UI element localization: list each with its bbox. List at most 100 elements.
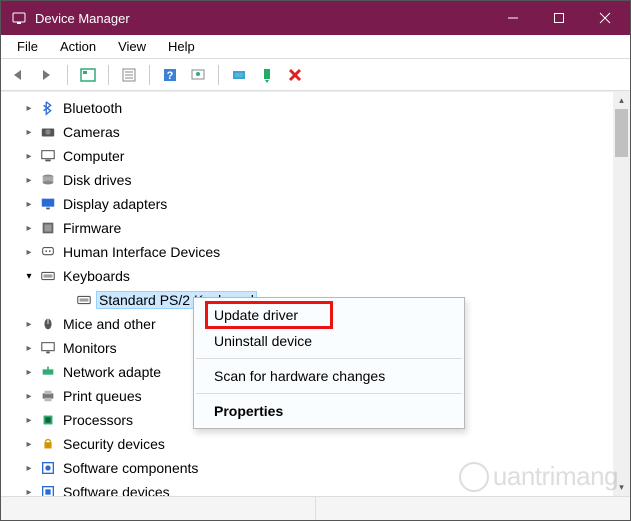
- node-label: Print queues: [63, 388, 142, 404]
- node-label: Keyboards: [63, 268, 130, 284]
- toolbar-separator: [149, 65, 150, 85]
- display-icon: [39, 195, 57, 213]
- tree-item[interactable]: ▸ Security devices: [1, 432, 630, 456]
- context-menu-item[interactable]: Properties: [194, 398, 464, 424]
- tree-item[interactable]: ▸ Bluetooth: [1, 96, 630, 120]
- chevron-right-icon[interactable]: ▸: [21, 460, 37, 476]
- tree-item[interactable]: ▸ Display adapters: [1, 192, 630, 216]
- tree-item[interactable]: ▸ Software components: [1, 456, 630, 480]
- enable-device-button[interactable]: [255, 63, 279, 87]
- toolbar: ?: [1, 59, 630, 91]
- node-label: Software devices: [63, 484, 170, 496]
- node-label: Firmware: [63, 220, 121, 236]
- uninstall-button[interactable]: [283, 63, 307, 87]
- node-label: Processors: [63, 412, 133, 428]
- context-menu-separator: [196, 358, 462, 359]
- chevron-right-icon[interactable]: ▸: [21, 244, 37, 260]
- help-button[interactable]: ?: [158, 63, 182, 87]
- menu-action[interactable]: Action: [50, 37, 106, 56]
- menu-view[interactable]: View: [108, 37, 156, 56]
- window-controls: [490, 1, 628, 35]
- chevron-right-icon[interactable]: ▸: [21, 100, 37, 116]
- maximize-button[interactable]: [536, 1, 582, 35]
- monitor-icon: [39, 339, 57, 357]
- tree-scroll: ▸Bluetooth▸Cameras▸Computer▸Disk drives▸…: [1, 92, 630, 496]
- printer-icon: [39, 387, 57, 405]
- context-menu-item[interactable]: Update driver: [194, 302, 464, 328]
- mouse-icon: [39, 315, 57, 333]
- tree-item[interactable]: ▸ Software devices: [1, 480, 630, 496]
- scroll-down-arrow[interactable]: ▾: [613, 479, 630, 496]
- node-label: Software components: [63, 460, 198, 476]
- tree-item[interactable]: ▸ Disk drives: [1, 168, 630, 192]
- keyboard-icon: [39, 267, 57, 285]
- hid-icon: [39, 243, 57, 261]
- node-label: Bluetooth: [63, 100, 122, 116]
- menubar: File Action View Help: [1, 35, 630, 59]
- svg-text:?: ?: [167, 70, 174, 82]
- chevron-right-icon[interactable]: ▸: [21, 484, 37, 496]
- update-driver-button[interactable]: [227, 63, 251, 87]
- chevron-right-icon[interactable]: ▸: [21, 340, 37, 356]
- chevron-right-icon[interactable]: ▸: [21, 148, 37, 164]
- network-icon: [39, 363, 57, 381]
- tree-item[interactable]: ▸ Firmware: [1, 216, 630, 240]
- security-icon: [39, 435, 57, 453]
- cpu-icon: [39, 411, 57, 429]
- chevron-right-icon[interactable]: ▸: [21, 364, 37, 380]
- status-panel: [316, 497, 630, 520]
- show-hidden-button[interactable]: [76, 63, 100, 87]
- properties-button[interactable]: [117, 63, 141, 87]
- expander-spacer: [57, 292, 73, 308]
- scan-hardware-button[interactable]: [186, 63, 210, 87]
- close-button[interactable]: [582, 1, 628, 35]
- node-label: Human Interface Devices: [63, 244, 220, 260]
- node-label: Security devices: [63, 436, 165, 452]
- node-label: Disk drives: [63, 172, 131, 188]
- chevron-right-icon[interactable]: ▸: [21, 124, 37, 140]
- sw-comp-icon: [39, 459, 57, 477]
- titlebar: Device Manager: [1, 1, 630, 35]
- node-label: Cameras: [63, 124, 120, 140]
- tree-item[interactable]: ▸ Human Interface Devices: [1, 240, 630, 264]
- context-menu-item[interactable]: Scan for hardware changes: [194, 363, 464, 389]
- device-tree: ▸Bluetooth▸Cameras▸Computer▸Disk drives▸…: [1, 92, 630, 496]
- vertical-scrollbar[interactable]: ▴ ▾: [613, 92, 630, 496]
- scroll-thumb[interactable]: [615, 109, 628, 157]
- chevron-right-icon[interactable]: ▸: [21, 412, 37, 428]
- disk-icon: [39, 171, 57, 189]
- computer-icon: [39, 147, 57, 165]
- chevron-right-icon[interactable]: ▸: [21, 436, 37, 452]
- context-menu: Update driverUninstall device Scan for ha…: [193, 297, 465, 429]
- keyboard-icon: [75, 291, 93, 309]
- sw-dev-icon: [39, 483, 57, 496]
- node-label: Monitors: [63, 340, 117, 356]
- menu-help[interactable]: Help: [158, 37, 205, 56]
- app-icon: [11, 10, 27, 26]
- chevron-down-icon[interactable]: ▾: [21, 268, 37, 284]
- firmware-icon: [39, 219, 57, 237]
- node-label: Display adapters: [63, 196, 167, 212]
- tree-item[interactable]: ▸ Cameras: [1, 120, 630, 144]
- tree-item[interactable]: ▾ Keyboards: [1, 264, 630, 288]
- chevron-right-icon[interactable]: ▸: [21, 172, 37, 188]
- scroll-up-arrow[interactable]: ▴: [613, 92, 630, 109]
- context-menu-separator: [196, 393, 462, 394]
- statusbar: [1, 496, 630, 520]
- back-button[interactable]: [7, 63, 31, 87]
- node-label: Computer: [63, 148, 124, 164]
- window-title: Device Manager: [35, 11, 490, 26]
- chevron-right-icon[interactable]: ▸: [21, 220, 37, 236]
- camera-icon: [39, 123, 57, 141]
- chevron-right-icon[interactable]: ▸: [21, 388, 37, 404]
- status-panel: [1, 497, 316, 520]
- toolbar-separator: [67, 65, 68, 85]
- forward-button[interactable]: [35, 63, 59, 87]
- context-menu-item[interactable]: Uninstall device: [194, 328, 464, 354]
- chevron-right-icon[interactable]: ▸: [21, 196, 37, 212]
- menu-file[interactable]: File: [7, 37, 48, 56]
- tree-area: ▸Bluetooth▸Cameras▸Computer▸Disk drives▸…: [1, 91, 630, 496]
- minimize-button[interactable]: [490, 1, 536, 35]
- tree-item[interactable]: ▸ Computer: [1, 144, 630, 168]
- chevron-right-icon[interactable]: ▸: [21, 316, 37, 332]
